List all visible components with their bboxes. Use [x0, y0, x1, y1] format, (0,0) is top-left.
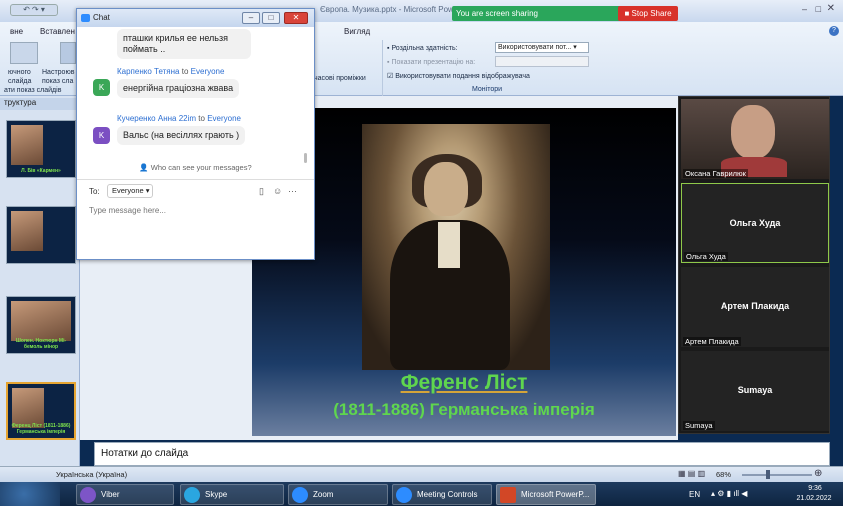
tray-icons[interactable]: ▴ ⚙ ▮ ıll ◀ [711, 489, 747, 498]
to-label: To: [89, 187, 100, 196]
more-icon[interactable]: ··· [288, 186, 297, 196]
sharing-text: You are screen sharing [456, 9, 538, 18]
chat-message-text: пташки крилья ее нельзя поймать .. [117, 29, 251, 59]
file-icon[interactable]: ▯ [259, 186, 264, 197]
notes-pane[interactable]: Нотатки до слайда [94, 442, 830, 466]
start-button[interactable] [0, 482, 60, 506]
zoom-slider-handle[interactable] [766, 470, 770, 479]
participant-name-label: Sumaya [683, 421, 715, 430]
sender-avatar: K [93, 79, 110, 96]
rehearse-timings-label[interactable]: часові проміжки [314, 74, 366, 83]
participant-name-label: Артем Плакида [683, 337, 741, 346]
tab-view[interactable]: Вигляд [344, 27, 370, 36]
slide-subtitle[interactable]: (1811-1886) Германська імперія [252, 400, 676, 420]
participant-face [731, 105, 775, 159]
participant-tile[interactable]: Артем Плакида Артем Плакида [681, 267, 829, 347]
chat-title-bar[interactable]: Chat – □ ✕ [77, 9, 314, 27]
chat-maximize-button[interactable]: □ [262, 12, 280, 24]
setup-show-button[interactable]: Настроюв показ сла [42, 68, 76, 86]
sender-avatar: K [93, 127, 110, 144]
view-buttons[interactable]: ▦ ▤ ▥ [678, 469, 705, 478]
chat-title: Chat [93, 13, 110, 22]
presenter-view-checkbox[interactable]: ☑ Використовувати подання відображувача [387, 72, 530, 81]
stop-share-button[interactable]: ■ Stop Share [618, 6, 678, 21]
participant-tile[interactable]: Ольга Худа Ольга Худа [681, 183, 829, 263]
participant-name: Ольга Худа [729, 218, 781, 228]
chat-window: Chat – □ ✕ пташки крилья ее нельзя пойма… [76, 8, 315, 260]
chat-message-text: енергійна граціозна жвава [117, 79, 240, 98]
zoom-in-icon[interactable]: ⊕ [814, 468, 822, 479]
taskbar: Viber Skype Zoom Meeting Controls Micros… [0, 482, 843, 506]
close-icon[interactable]: ✕ [827, 3, 835, 14]
quick-access-toolbar[interactable]: ↶ ↷ ▾ [10, 4, 58, 16]
viber-icon [80, 487, 96, 503]
taskbar-meeting-controls[interactable]: Meeting Controls [392, 484, 492, 505]
setup-show-icon[interactable] [60, 42, 76, 64]
participant-tile-video[interactable]: Оксана Гаврилюк [681, 99, 829, 179]
taskbar-skype[interactable]: Skype [180, 484, 284, 505]
slide-from-button[interactable]: ючного слайда [8, 68, 40, 86]
participant-name: Sumaya [737, 385, 773, 395]
resolution-select[interactable]: Використовувати пот... ▾ [495, 42, 589, 53]
resolution-label: ▪ Роздільна здатність: [387, 45, 458, 52]
chat-scrollbar[interactable] [303, 29, 308, 169]
chat-message-header: Кучеренко Анна 22im to Everyone [117, 114, 241, 123]
slide-thumbnail[interactable]: Л. Бів «Кармен» [6, 120, 76, 178]
slide-thumbnail[interactable] [6, 206, 76, 264]
zoom-icon [292, 487, 308, 503]
skype-icon [184, 487, 200, 503]
participant-name-label: Оксана Гаврилюк [683, 169, 748, 178]
chat-divider [77, 179, 314, 180]
who-can-see-link[interactable]: 👤 Who can see your messages? [77, 163, 314, 172]
maximize-icon[interactable]: □ [816, 4, 821, 14]
zoom-slider[interactable] [742, 474, 812, 476]
minimize-icon[interactable]: – [802, 4, 807, 14]
help-icon[interactable]: ? [829, 26, 839, 36]
chat-message-text: Вальс (на весіллях грають ) [117, 126, 246, 145]
zoom-meeting-icon [396, 487, 412, 503]
emoji-icon[interactable]: ☺ [273, 186, 282, 196]
participants-panel: Оксана Гаврилюк Ольга Худа Ольга Худа Ар… [678, 96, 830, 434]
outline-tab[interactable]: труктура [0, 98, 80, 110]
taskbar-viber[interactable]: Viber [76, 484, 174, 505]
taskbar-powerpoint[interactable]: Microsoft PowerP... [496, 484, 596, 505]
slideshow-icon[interactable] [10, 42, 38, 64]
powerpoint-icon [500, 487, 516, 503]
chat-minimize-button[interactable]: – [242, 12, 260, 24]
tab-insert[interactable]: Вставлен [40, 27, 75, 36]
zoom-level[interactable]: 68% [716, 470, 731, 479]
slides-pane: труктура Л. Бів «Кармен» Шопен. Ноктюрн … [0, 96, 80, 482]
participant-name: Артем Плакида [720, 301, 790, 311]
participant-tile[interactable]: Sumaya Sumaya [681, 351, 829, 431]
clock-time[interactable]: 9:36 [795, 485, 835, 492]
zoom-chat-icon [81, 14, 90, 22]
ribbon-group-caption-left: ати показ слайдів [4, 87, 62, 94]
chat-close-button[interactable]: ✕ [284, 12, 308, 24]
language-indicator[interactable]: EN [689, 490, 700, 499]
slide-thumbnail[interactable]: Шопен. Ноктюрн Мі-бемоль мінор [6, 296, 76, 354]
taskbar-zoom[interactable]: Zoom [288, 484, 388, 505]
chat-message-header: Карпенко Тетяна to Everyone [117, 67, 225, 76]
status-bar: Українська (Україна) ▦ ▤ ▥ 68% ⊕ [0, 466, 843, 482]
clock-date[interactable]: 21.02.2022 [791, 495, 837, 502]
portrait-image [362, 124, 550, 370]
slide-thumbnail-selected[interactable]: Ференц Ліст (1811-1886) Германська імпер… [6, 382, 76, 440]
monitors-caption: Монітори [471, 86, 503, 93]
show-on-select[interactable] [495, 56, 589, 67]
recipient-select[interactable]: Everyone ▾ [107, 184, 153, 198]
slide-title[interactable]: Ференс Ліст [252, 371, 676, 395]
tab-view-partial[interactable]: вне [10, 27, 23, 36]
monitors-group: ▪ Роздільна здатність: Використовувати п… [382, 40, 590, 98]
participant-name-label: Ольга Худа [684, 252, 728, 261]
chat-message-input[interactable] [89, 203, 289, 217]
show-on-label: ▪ Показати презентацію на: [387, 59, 476, 66]
language-status[interactable]: Українська (Україна) [56, 470, 127, 479]
